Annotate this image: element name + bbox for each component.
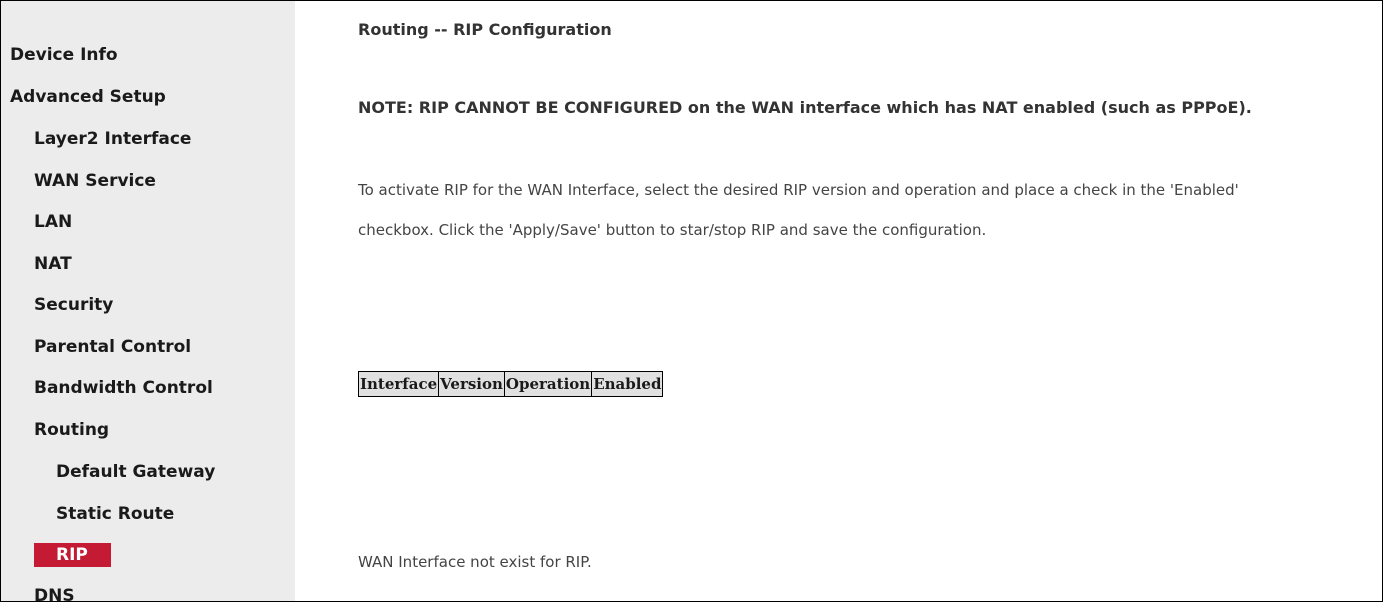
sidebar-item-nat[interactable]: NAT — [34, 253, 72, 275]
column-header-interface: Interface — [357, 371, 440, 397]
main-content: Routing -- RIP Configuration NOTE: RIP C… — [357, 1, 1382, 601]
page-title: Routing -- RIP Configuration — [358, 20, 612, 39]
description-line-1: To activate RIP for the WAN Interface, s… — [358, 181, 1239, 199]
rip-interface-table: Interface Version Operation Enabled — [357, 371, 664, 397]
column-header-enabled: Enabled — [591, 371, 664, 397]
sidebar-item-rip[interactable]: RIP — [34, 543, 111, 567]
sidebar-item-wan-service[interactable]: WAN Service — [34, 170, 156, 192]
column-header-version: Version — [438, 371, 505, 397]
sidebar-item-bandwidth-control[interactable]: Bandwidth Control — [34, 377, 213, 399]
sidebar-item-routing[interactable]: Routing — [34, 419, 109, 441]
sidebar-nav: Device Info Advanced Setup Layer2 Interf… — [1, 1, 295, 601]
description-line-2: checkbox. Click the 'Apply/Save' button … — [358, 221, 987, 239]
sidebar-item-default-gateway[interactable]: Default Gateway — [56, 461, 215, 483]
sidebar-item-layer2-interface[interactable]: Layer2 Interface — [34, 128, 191, 150]
sidebar-item-dns[interactable]: DNS — [34, 585, 75, 601]
sidebar-item-lan[interactable]: LAN — [34, 211, 72, 233]
column-header-operation: Operation — [503, 371, 593, 397]
sidebar-item-security[interactable]: Security — [34, 294, 113, 316]
sidebar-item-device-info[interactable]: Device Info — [10, 44, 118, 66]
nat-warning-note: NOTE: RIP CANNOT BE CONFIGURED on the WA… — [358, 98, 1252, 117]
sidebar-item-advanced-setup[interactable]: Advanced Setup — [10, 86, 166, 108]
empty-state-message: WAN Interface not exist for RIP. — [358, 553, 592, 571]
page-frame: Device Info Advanced Setup Layer2 Interf… — [0, 0, 1383, 602]
table-header-row: Interface Version Operation Enabled — [357, 371, 664, 397]
sidebar-item-parental-control[interactable]: Parental Control — [34, 336, 191, 358]
sidebar-item-rip-label: RIP — [56, 545, 88, 565]
sidebar-item-static-route[interactable]: Static Route — [56, 503, 174, 525]
